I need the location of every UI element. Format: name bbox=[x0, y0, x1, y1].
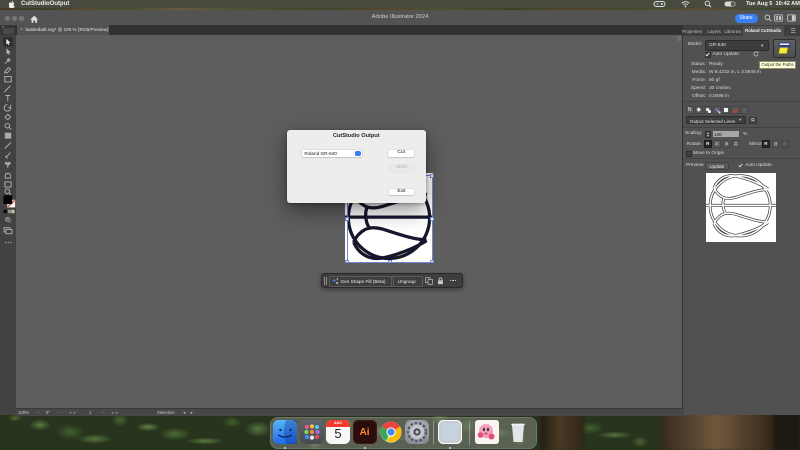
svg-text:R: R bbox=[714, 142, 719, 146]
svg-text:R: R bbox=[783, 142, 787, 147]
svg-text:R: R bbox=[724, 141, 728, 146]
svg-text:R: R bbox=[773, 142, 777, 147]
svg-text:R: R bbox=[733, 142, 738, 146]
